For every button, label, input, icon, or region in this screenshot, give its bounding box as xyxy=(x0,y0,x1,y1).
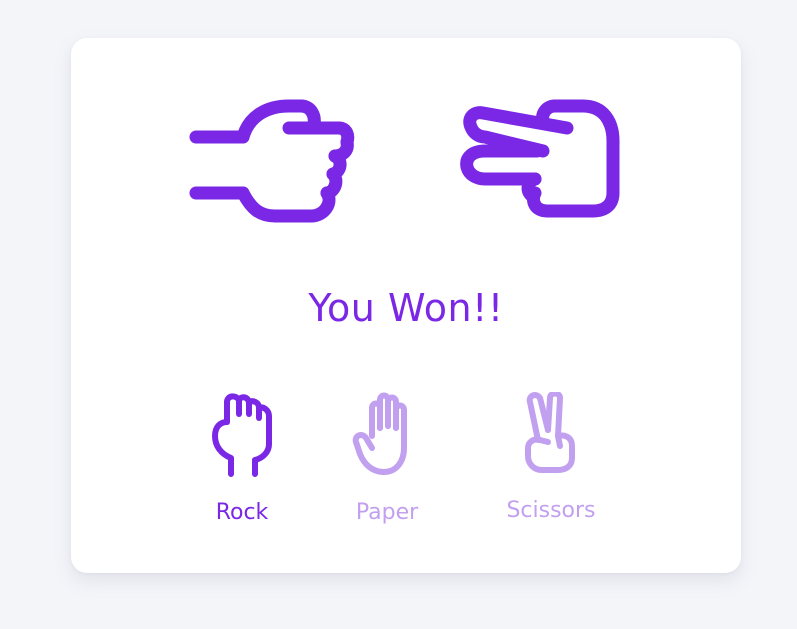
computer-scissors-hand-icon xyxy=(455,93,621,221)
player-rock-hand-icon xyxy=(189,98,361,226)
scissors-button[interactable]: Scissors xyxy=(491,388,611,533)
game-card: You Won!! Rock Paper Scissors xyxy=(71,38,741,573)
rock-label: Rock xyxy=(215,500,269,525)
paper-button[interactable]: Paper xyxy=(327,388,447,533)
rock-hand-icon xyxy=(207,392,277,482)
choice-buttons: Rock Paper Scissors xyxy=(71,388,741,538)
paper-label: Paper xyxy=(355,500,419,525)
rock-button[interactable]: Rock xyxy=(182,388,302,533)
scissors-label: Scissors xyxy=(506,498,596,523)
scissors-hand-icon xyxy=(516,390,586,482)
paper-hand-icon xyxy=(352,392,422,482)
result-message: You Won!! xyxy=(308,286,504,330)
